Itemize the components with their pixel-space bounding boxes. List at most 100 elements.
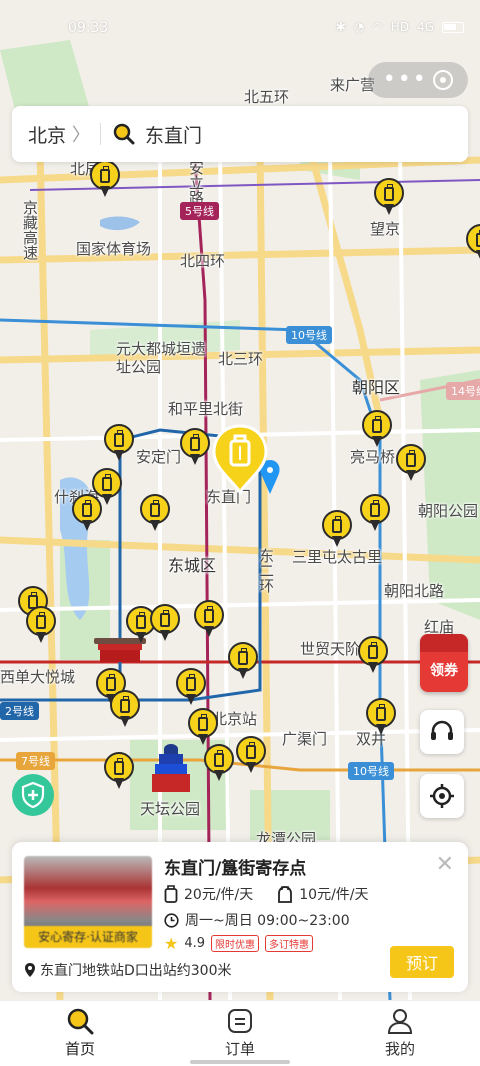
- rating-row: ★ 4.9 限时优惠 多订特惠: [164, 934, 314, 953]
- map-label: 京藏高速: [21, 200, 39, 260]
- close-miniprogram-icon[interactable]: [433, 70, 454, 90]
- luggage-icon: [136, 612, 146, 629]
- bluetooth-icon: ✱: [335, 20, 346, 34]
- luggage-icon: [186, 674, 196, 691]
- search-input[interactable]: 东直门: [145, 121, 202, 148]
- map-label: 广渠门: [282, 730, 328, 748]
- search-bar[interactable]: 北京 〉 东直门: [12, 106, 468, 162]
- search-icon: [67, 1008, 94, 1035]
- storage-pin[interactable]: [188, 708, 218, 746]
- storage-pin[interactable]: [180, 428, 210, 466]
- luggage-icon: [332, 516, 342, 533]
- selected-storage-pin[interactable]: [212, 424, 268, 495]
- storage-pin[interactable]: [466, 224, 480, 262]
- storage-pin[interactable]: [360, 494, 390, 532]
- storage-pin[interactable]: [358, 636, 388, 674]
- price-row: 20元/件/天 10元/件/天: [164, 884, 369, 904]
- map-label: 朝阳北路: [384, 582, 445, 600]
- storage-pin[interactable]: [194, 600, 224, 638]
- subway-line-badge: 5号线: [180, 202, 219, 220]
- storage-pin[interactable]: [104, 424, 134, 462]
- luggage-icon: [120, 696, 130, 713]
- tab-label: 首页: [64, 1040, 95, 1058]
- store-photo: 安心寄存·认证商家: [24, 856, 152, 948]
- tab-home[interactable]: 首页: [0, 1001, 160, 1066]
- promo-tag: 限时优惠: [211, 935, 260, 952]
- storage-pin[interactable]: [362, 410, 392, 448]
- storage-pin[interactable]: [104, 752, 134, 790]
- storage-pin[interactable]: [228, 642, 258, 680]
- luggage-icon: [150, 500, 160, 517]
- storage-pin[interactable]: [374, 178, 404, 216]
- customer-service-button[interactable]: [420, 710, 464, 754]
- subway-line-badge: 10号线: [348, 762, 394, 780]
- map-label: 亮马桥: [350, 448, 396, 466]
- close-icon[interactable]: ✕: [436, 852, 454, 877]
- profile-icon: [387, 1009, 413, 1034]
- store-title: 东直门/簋街寄存点: [164, 859, 307, 879]
- storage-pin[interactable]: [204, 744, 234, 782]
- chevron-right-icon: 〉: [72, 125, 91, 146]
- alarm-icon: ◔: [353, 20, 365, 34]
- storage-pin[interactable]: [110, 690, 140, 728]
- tab-label: 我的: [384, 1040, 415, 1058]
- storage-pin[interactable]: [140, 494, 170, 532]
- locate-me-button[interactable]: [420, 774, 464, 818]
- coupon-label: 领券: [430, 663, 458, 679]
- storage-pin[interactable]: [236, 736, 266, 774]
- more-menu-icon[interactable]: •••: [383, 69, 428, 91]
- star-icon: ★: [164, 934, 179, 953]
- storage-pin[interactable]: [90, 160, 120, 198]
- map-label: 东二环: [257, 548, 275, 593]
- luggage-icon: [406, 450, 416, 467]
- map-label: 北五环: [244, 88, 290, 106]
- map-label: 国家体育场: [76, 240, 152, 258]
- status-bar: 09:33 ✱ ◔ ◠ HD 4G: [0, 0, 480, 58]
- storage-pin[interactable]: [26, 606, 56, 644]
- book-button[interactable]: 预订: [390, 946, 454, 978]
- tab-profile[interactable]: 我的: [320, 1001, 480, 1066]
- luggage-icon: [36, 612, 46, 629]
- luggage-icon: [384, 184, 394, 201]
- backpack-icon: [278, 886, 293, 903]
- shield-plus-icon: [21, 782, 45, 808]
- store-card[interactable]: 安心寄存·认证商家 东直门/簋街寄存点 ✕ 20元/件/天 10元/件/天 周一…: [12, 842, 468, 992]
- luggage-icon: [100, 166, 110, 183]
- status-time: 09:33: [68, 20, 109, 36]
- insurance-shield-button[interactable]: [12, 774, 54, 816]
- subway-line-badge: 2号线: [0, 702, 39, 720]
- storage-pin[interactable]: [396, 444, 426, 482]
- tab-bar: 首页 订单 我的: [0, 1000, 480, 1066]
- promo-tag: 多订特惠: [265, 935, 314, 952]
- clock-icon: [164, 912, 179, 928]
- order-icon: [228, 1009, 252, 1033]
- storage-pin[interactable]: [72, 494, 102, 532]
- storage-pin[interactable]: [176, 668, 206, 706]
- rating-value: 4.9: [184, 936, 206, 951]
- map-label: 东城区: [168, 556, 217, 575]
- storage-pin[interactable]: [322, 510, 352, 548]
- luggage-icon: [114, 430, 124, 447]
- luggage-icon: [370, 500, 380, 517]
- tab-orders[interactable]: 订单: [160, 1001, 320, 1066]
- signal-label: 4G: [417, 20, 434, 34]
- coupon-button[interactable]: 领券: [420, 634, 468, 692]
- luggage-icon: [372, 416, 382, 433]
- luggage-icon: [106, 674, 116, 691]
- luggage-icon: [214, 750, 224, 767]
- miniprogram-capsule: •••: [368, 62, 468, 98]
- opening-hours: 周一~周日 09:00~23:00: [164, 910, 350, 930]
- search-icon: [113, 123, 135, 145]
- locate-icon: [430, 784, 454, 808]
- luggage-icon: [102, 474, 112, 491]
- subway-line-badge: 10号线: [286, 326, 332, 344]
- subway-line-badge: 7号线: [16, 752, 55, 770]
- luggage-icon: [368, 642, 378, 659]
- city-selector[interactable]: 北京: [28, 121, 66, 148]
- storage-pin[interactable]: [366, 698, 396, 736]
- price-large-luggage: 20元/件/天: [184, 887, 254, 903]
- luggage-icon: [376, 704, 386, 721]
- storage-pin[interactable]: [150, 604, 180, 642]
- wifi-icon: ◠: [372, 20, 383, 34]
- map-label: 元大都城垣遗址公园: [116, 340, 207, 376]
